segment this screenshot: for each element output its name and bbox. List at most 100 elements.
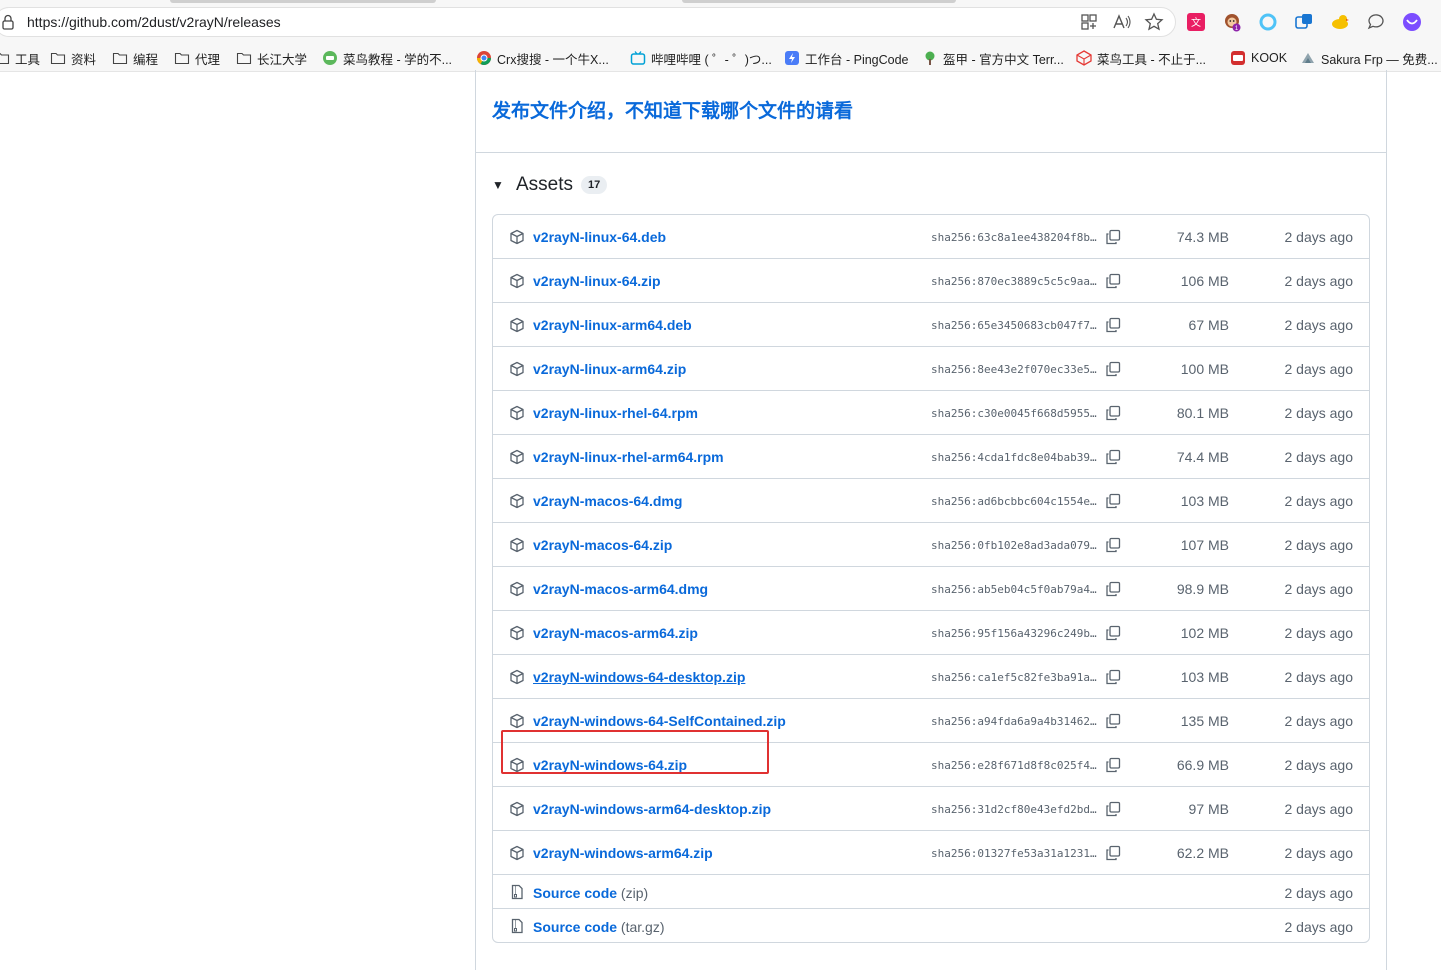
bookmark-link[interactable]: 盔甲 - 官方中文 Terr... [922,49,1064,67]
browser-address-bar: https://github.com/2dust/v2rayN/releases… [0,0,1441,42]
chat-extension-icon[interactable] [1366,12,1386,32]
assets-header[interactable]: ▼ Assets 17 [492,174,608,196]
copy-icon[interactable] [1105,757,1121,773]
asset-download-link[interactable]: v2rayN-windows-64-SelfContained.zip [533,713,786,729]
bookmark-folder[interactable]: 资料 [50,49,96,67]
copy-icon[interactable] [1105,229,1121,245]
bookmark-label: 菜鸟工具 - 不止于... [1097,52,1207,67]
copy-icon[interactable] [1105,449,1121,465]
package-icon [509,273,525,289]
asset-download-link[interactable]: v2rayN-windows-64-desktop.zip [533,669,745,685]
copy-icon[interactable] [1105,405,1121,421]
asset-download-link[interactable]: v2rayN-macos-64.zip [533,537,672,553]
bookmark-label: 编程 [133,52,159,67]
source-code-link[interactable]: Source code (tar.gz) [533,919,665,935]
bookmark-link[interactable]: Crx搜搜 - 一个牛X... [476,49,609,67]
copy-icon[interactable] [1105,845,1121,861]
bookmark-link[interactable]: Sakura Frp — 免费... [1300,49,1438,67]
package-icon [509,449,525,465]
asset-download-link[interactable]: v2rayN-linux-64.zip [533,273,661,289]
copy-icon[interactable] [1105,537,1121,553]
bookmark-folder[interactable]: 长江大学 [236,49,307,67]
asset-download-link[interactable]: v2rayN-windows-arm64.zip [533,845,713,861]
asset-download-link[interactable]: v2rayN-linux-arm64.zip [533,361,686,377]
asset-row: v2rayN-windows-64.zip sha256:e28f671d8f8c… [493,743,1369,787]
tab-edge [170,0,436,3]
profile-extension-icon[interactable] [1402,12,1422,32]
asset-sha256: sha256:8ee43e2f070ec33e5… [931,363,1097,376]
asset-row: v2rayN-macos-64.dmg sha256:ad6bcbbc604c15… [493,479,1369,523]
circle-extension-icon[interactable] [1258,12,1278,32]
chrome-icon [477,51,491,65]
translate-extension-icon[interactable]: 文 [1186,12,1206,32]
bookmark-folder[interactable]: 工具 [0,49,40,67]
bookmark-folder[interactable]: 编程 [112,49,158,67]
release-notes-link[interactable]: 发布文件介绍，不知道下载哪个文件的请看 [492,96,853,123]
apps-grid-icon[interactable] [1080,12,1098,32]
copy-icon[interactable] [1105,801,1121,817]
svg-text:文: 文 [1191,16,1201,29]
source-code-format: (tar.gz) [620,919,665,935]
assets-title: Assets [516,174,574,195]
asset-date: 2 days ago [1284,493,1354,509]
asset-date: 2 days ago [1284,449,1354,465]
asset-date: 2 days ago [1284,537,1354,553]
asset-sha256: sha256:870ec3889c5c5c9aa… [931,275,1097,288]
package-icon [509,845,525,861]
asset-download-link[interactable]: v2rayN-linux-arm64.deb [533,317,692,333]
bookmark-folder[interactable]: 代理 [174,49,220,67]
asset-row: v2rayN-windows-64-SelfContained.zip sha25… [493,699,1369,743]
bookmark-link[interactable]: 菜鸟教程 - 学的不... [322,49,452,67]
asset-download-link[interactable]: v2rayN-macos-64.dmg [533,493,682,509]
asset-download-link[interactable]: v2rayN-macos-arm64.dmg [533,581,708,597]
bookmark-link[interactable]: 工作台 - PingCode [784,49,909,67]
favorite-star-icon[interactable] [1144,12,1164,32]
copy-icon[interactable] [1105,493,1121,509]
asset-size: 66.9 MB [1176,757,1229,773]
asset-download-link[interactable]: v2rayN-windows-arm64-desktop.zip [533,801,771,817]
url-text[interactable]: https://github.com/2dust/v2rayN/releases [27,14,281,30]
copy-icon[interactable] [1105,581,1121,597]
asset-download-link[interactable]: v2rayN-linux-64.deb [533,229,666,245]
copy-icon[interactable] [1105,361,1121,377]
bookmark-label: 盔甲 - 官方中文 Terr... [943,52,1064,67]
read-aloud-icon[interactable] [1112,12,1132,32]
assets-list: v2rayN-linux-64.deb sha256:63c8a1ee438204… [492,214,1370,943]
asset-size: 98.9 MB [1176,581,1229,597]
asset-download-link[interactable]: v2rayN-linux-rhel-arm64.rpm [533,449,724,465]
asset-size: 74.3 MB [1176,229,1229,245]
copy-icon[interactable] [1105,713,1121,729]
bilibili-icon [630,51,646,65]
bookmark-link[interactable]: KOOK [1230,49,1287,67]
tab-edge [682,0,956,3]
copy-icon[interactable] [1105,317,1121,333]
asset-download-link[interactable]: v2rayN-windows-64.zip [533,757,687,773]
copy-icon[interactable] [1105,273,1121,289]
package-icon [509,757,525,773]
bookmark-link[interactable]: 菜鸟工具 - 不止于... [1076,49,1206,67]
copy-icon[interactable] [1105,669,1121,685]
divider [476,152,1386,153]
folder-icon [112,52,128,65]
asset-size: 97 MB [1188,801,1229,817]
asset-date: 2 days ago [1284,581,1354,597]
package-icon [509,669,525,685]
caret-down-icon[interactable]: ▼ [492,178,514,192]
bookmark-label: 工具 [15,52,41,67]
asset-sha256: sha256:63c8a1ee438204f8b… [931,231,1097,244]
asset-sha256: sha256:a94fda6a9a4b31462… [931,715,1097,728]
asset-download-link[interactable]: v2rayN-linux-rhel-64.rpm [533,405,698,421]
runoob-icon [323,51,337,65]
monkey-extension-icon[interactable]: 1 [1222,12,1242,32]
source-code-link[interactable]: Source code (zip) [533,885,648,901]
asset-row: v2rayN-linux-rhel-arm64.rpm sha256:4cda1f… [493,435,1369,479]
asset-row: v2rayN-windows-arm64.zip sha256:01327fe53… [493,831,1369,875]
package-icon [509,229,525,245]
duck-extension-icon[interactable] [1330,12,1350,32]
asset-download-link[interactable]: v2rayN-macos-arm64.zip [533,625,698,641]
asset-date: 2 days ago [1284,885,1354,901]
copy-icon[interactable] [1105,625,1121,641]
bookmark-link[interactable]: 哔哩哔哩 ( ゜- ゜)つ... [630,49,772,67]
window-extension-icon[interactable] [1294,12,1314,32]
lock-icon[interactable] [2,14,14,30]
